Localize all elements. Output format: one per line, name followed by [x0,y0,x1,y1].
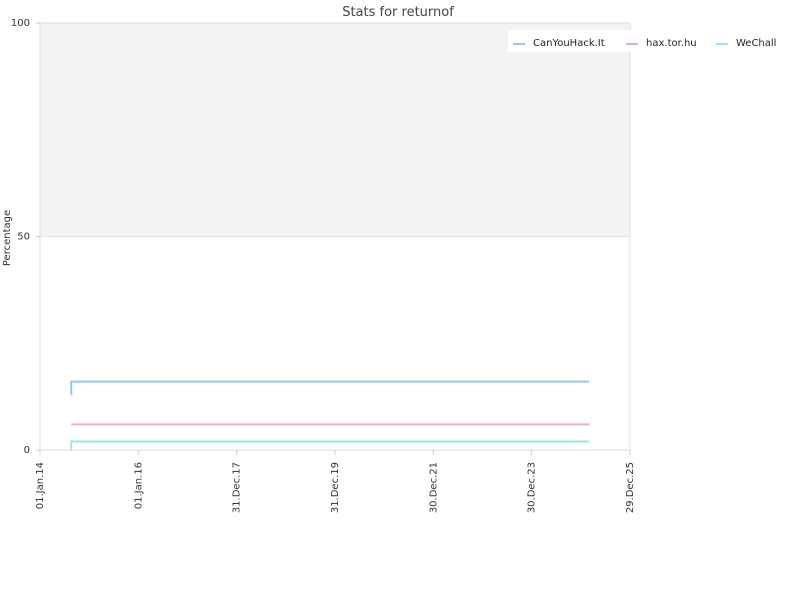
shaded-band [40,23,630,237]
legend-label: WeChall [736,38,776,49]
stats-line-chart: Stats for returnof 050100 01.Jan.14 01.Ja… [2,5,788,513]
x-tick-label: 01.Jan.16 [133,462,144,509]
x-tick-label: 29.Dec.25 [625,462,636,513]
x-tick-label: 30.Dec.23 [527,462,538,513]
x-tick-label: 31.Dec.17 [232,462,243,513]
legend-label: CanYouHack.It [533,38,605,49]
x-tick-label: 30.Dec.21 [428,462,439,513]
y-axis-ticks: 0 50 100 [11,18,40,456]
y-tick-label: 100 [11,18,30,29]
x-tick-label: 01.Jan.14 [35,462,46,509]
legend-label: hax.tor.hu [646,38,697,49]
legend: CanYouHack.It hax.tor.hu WeChall [508,30,788,52]
y-tick-label: 0 [24,445,30,456]
series-line [70,380,590,396]
chart-title: Stats for returnof [342,5,454,20]
series-line [70,440,590,451]
y-axis-label: Percentage [2,210,13,266]
x-axis-ticks: 01.Jan.14 01.Jan.16 31.Dec.17 31.Dec.19 30.D… [35,450,636,513]
x-tick-label: 31.Dec.19 [330,462,341,513]
y-tick-label: 50 [17,232,30,243]
series-lines [70,380,590,451]
